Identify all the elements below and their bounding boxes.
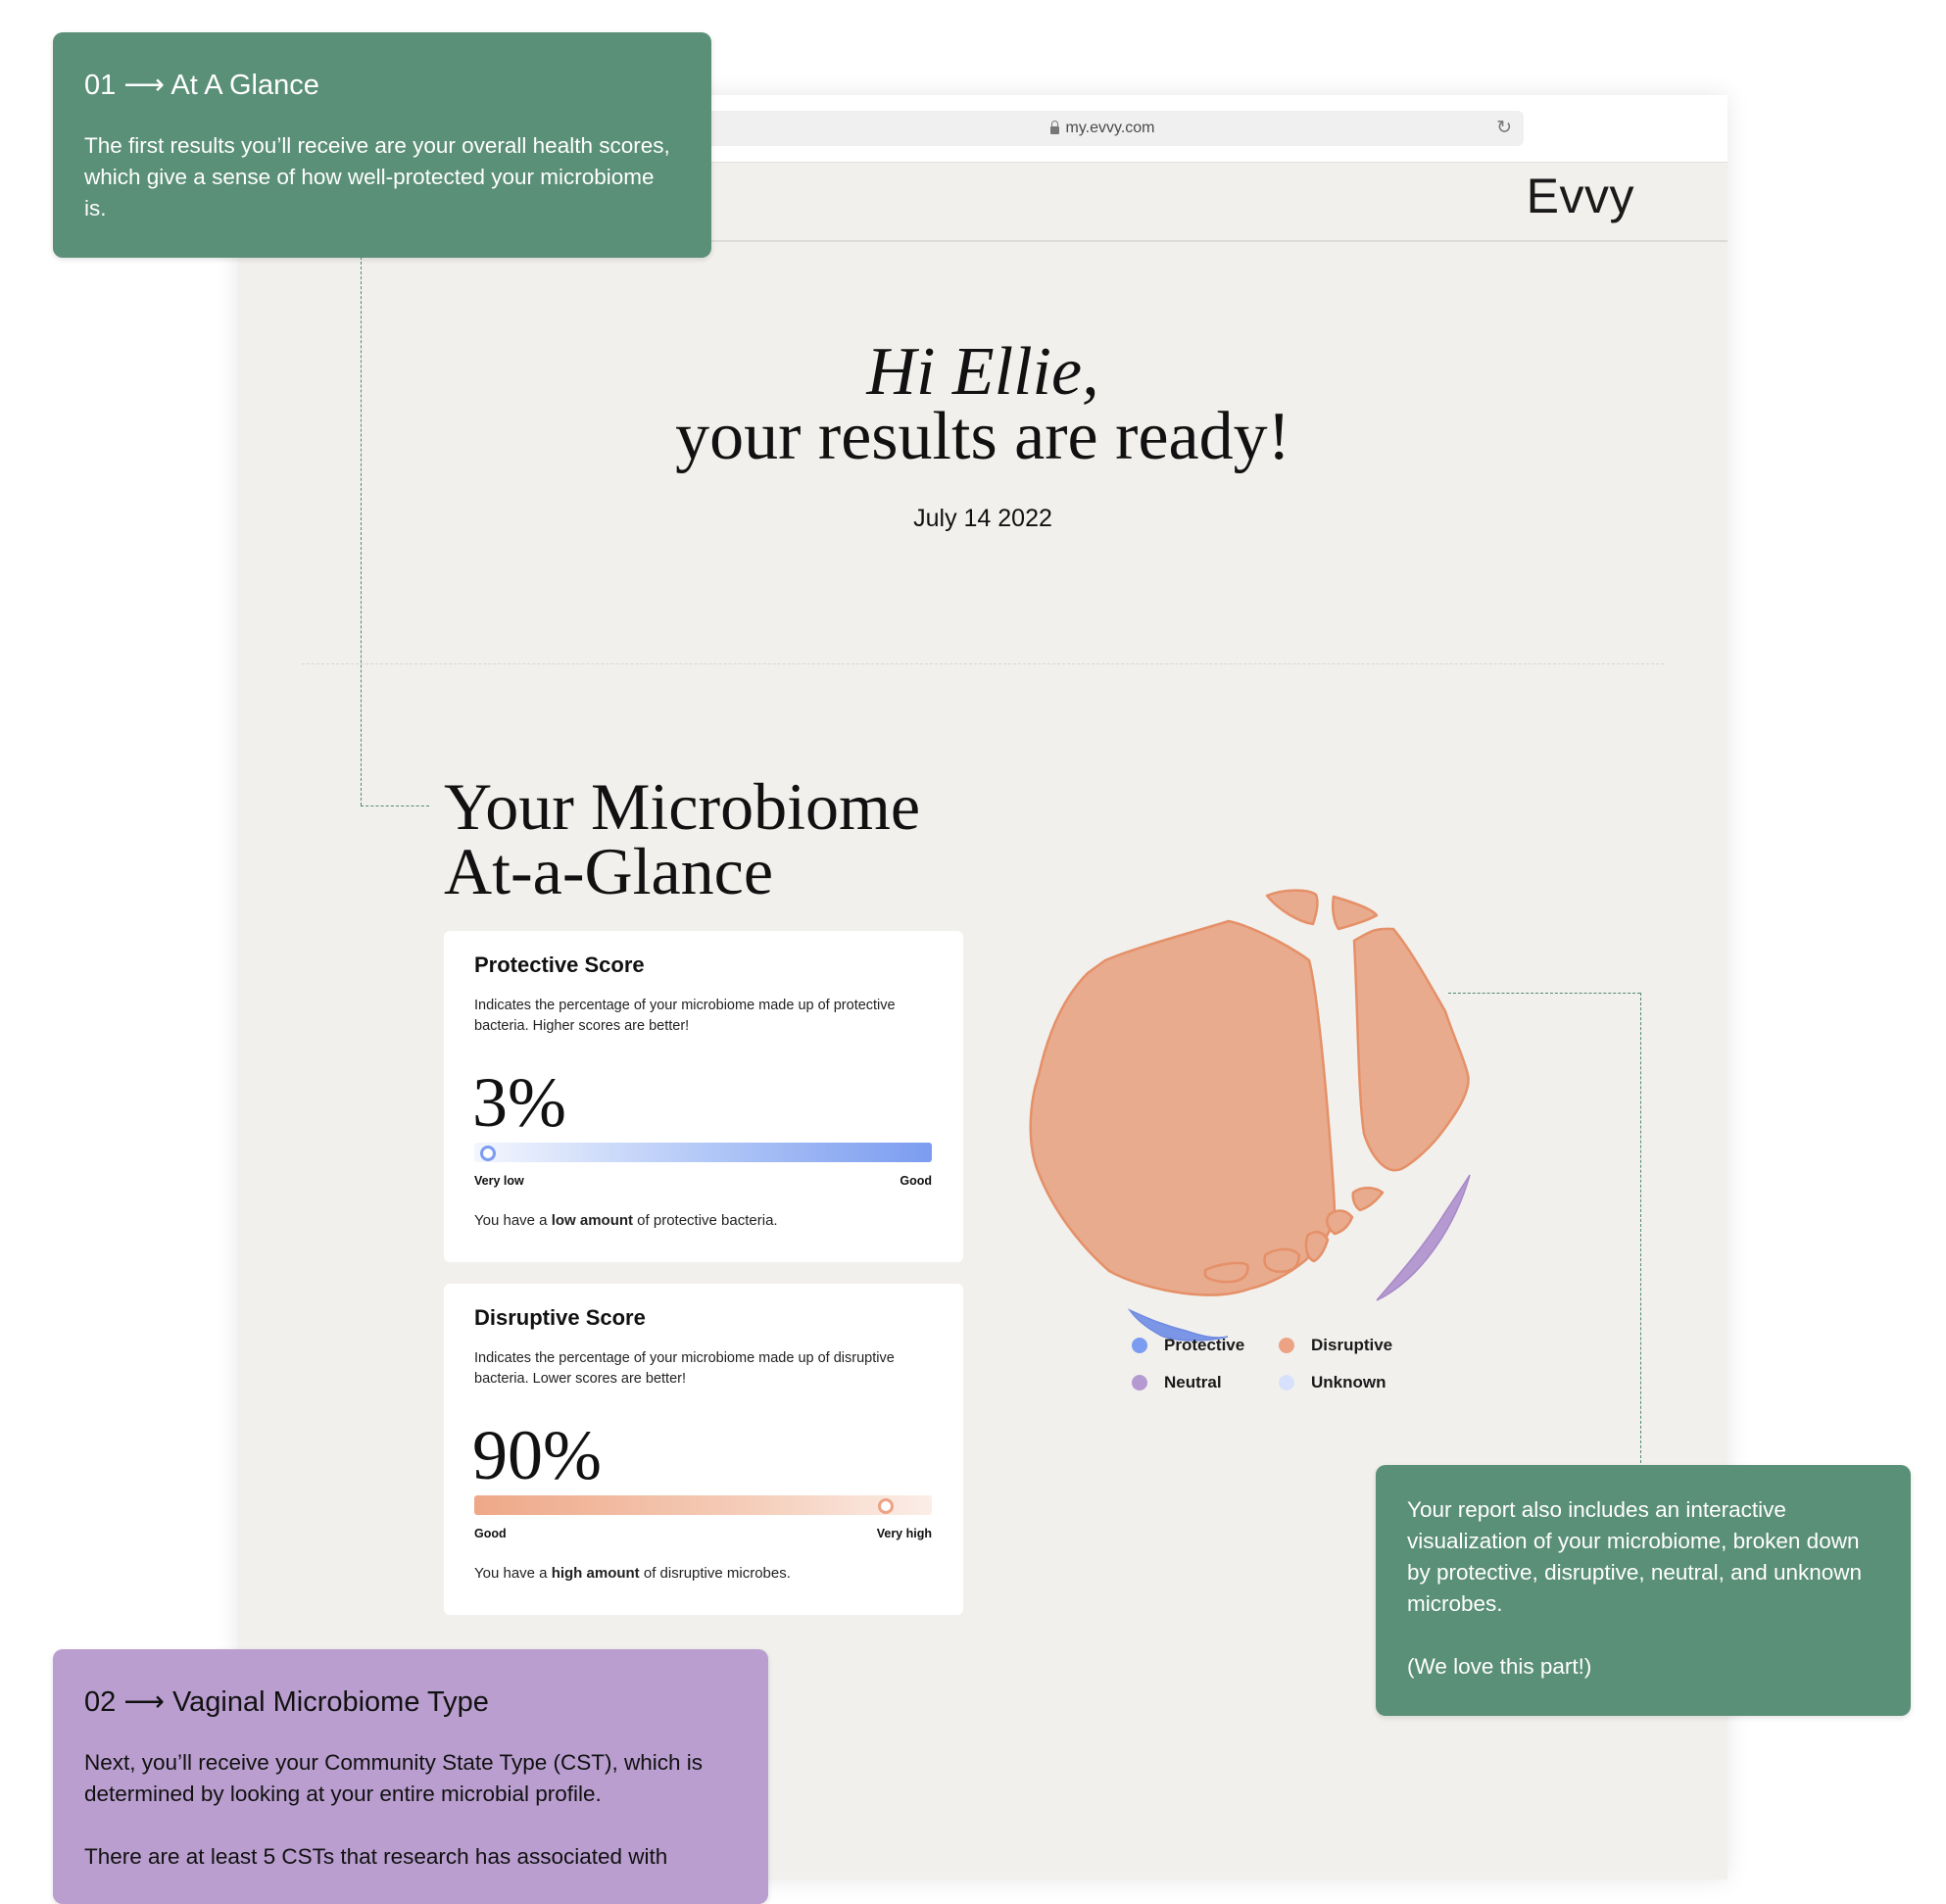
section-title: Your Microbiome At-a-Glance bbox=[444, 769, 921, 908]
greeting: Hi Ellie, bbox=[866, 334, 1099, 410]
disruptive-score-note: You have a high amount of disruptive mic… bbox=[474, 1565, 791, 1582]
legend-item[interactable]: Unknown bbox=[1279, 1373, 1426, 1392]
callout-body-continued: There are at least 5 CSTs that research … bbox=[84, 1844, 668, 1869]
callout-aside: (We love this part!) bbox=[1407, 1654, 1592, 1679]
reload-icon[interactable]: ↻ bbox=[1496, 117, 1512, 139]
legend-swatch bbox=[1279, 1338, 1294, 1353]
disruptive-microbe-top-a bbox=[1265, 889, 1319, 926]
callout-body: Next, you’ll receive your Community Stat… bbox=[84, 1750, 704, 1806]
legend-label: Neutral bbox=[1164, 1373, 1222, 1391]
microbiome-visualization[interactable] bbox=[1009, 781, 1568, 1408]
disruptive-microbe-right bbox=[1352, 927, 1470, 1172]
guide-line bbox=[1640, 993, 1641, 1463]
protective-score-bar bbox=[474, 1143, 932, 1162]
protective-score-marker bbox=[480, 1146, 496, 1161]
legend-swatch bbox=[1132, 1338, 1147, 1353]
disruptive-high-label: Very high bbox=[876, 1527, 932, 1540]
note-emphasis: high amount bbox=[551, 1565, 640, 1582]
disruptive-score-bar bbox=[474, 1495, 932, 1515]
disruptive-score-card: Disruptive Score Indicates the percentag… bbox=[444, 1284, 963, 1615]
callout-at-a-glance: 01 ⟶ At A Glance The first results you’l… bbox=[53, 32, 711, 258]
legend-swatch bbox=[1279, 1375, 1294, 1391]
address-bar[interactable]: my.evvy.com ↻ bbox=[681, 111, 1524, 146]
legend-swatch bbox=[1132, 1375, 1147, 1391]
legend-item[interactable]: Disruptive bbox=[1279, 1336, 1426, 1355]
guide-line bbox=[1448, 993, 1640, 994]
disruptive-microbe-small-2 bbox=[1326, 1209, 1354, 1236]
protective-score-note: You have a low amount of protective bact… bbox=[474, 1212, 778, 1229]
legend-label: Unknown bbox=[1311, 1373, 1387, 1391]
protective-score-description: Indicates the percentage of your microbi… bbox=[474, 998, 896, 1034]
callout-vaginal-microbiome-type: 02 ⟶ Vaginal Microbiome Type Next, you’l… bbox=[53, 1649, 768, 1904]
callout-body: Your report also includes an interactive… bbox=[1407, 1497, 1863, 1616]
disruptive-low-label: Good bbox=[474, 1527, 507, 1540]
brand-logo[interactable]: Evvy bbox=[1527, 168, 1634, 224]
callout-heading: 01 ⟶ At A Glance bbox=[84, 70, 319, 101]
callout-body: The first results you’ll receive are you… bbox=[84, 133, 670, 220]
section-title-line-2: At-a-Glance bbox=[444, 834, 774, 908]
disruptive-score-value: 90% bbox=[472, 1416, 602, 1494]
note-text: You have a bbox=[474, 1212, 552, 1229]
protective-low-label: Very low bbox=[474, 1174, 524, 1188]
note-emphasis: low amount bbox=[551, 1212, 634, 1229]
disruptive-microbe-small-3 bbox=[1304, 1231, 1330, 1263]
disruptive-microbe-large bbox=[1029, 919, 1337, 1296]
disruptive-microbe-small-1 bbox=[1351, 1186, 1385, 1212]
note-text: of disruptive microbes. bbox=[639, 1565, 791, 1582]
protective-high-label: Good bbox=[900, 1174, 932, 1188]
note-text: You have a bbox=[474, 1565, 552, 1582]
section-title-line-1: Your Microbiome bbox=[444, 769, 921, 844]
protective-score-value: 3% bbox=[472, 1063, 566, 1142]
protective-score-title: Protective Score bbox=[474, 952, 645, 977]
disruptive-microbe-top-b bbox=[1331, 895, 1379, 931]
results-date: July 14 2022 bbox=[913, 505, 1052, 532]
visualization-legend: Protective Disruptive Neutral Unknown bbox=[1132, 1336, 1426, 1392]
callout-heading: 02 ⟶ Vaginal Microbiome Type bbox=[84, 1686, 489, 1718]
neutral-microbe bbox=[1376, 1174, 1471, 1301]
disruptive-score-description: Indicates the percentage of your microbi… bbox=[474, 1350, 895, 1387]
guide-line bbox=[361, 257, 362, 806]
protective-score-card: Protective Score Indicates the percentag… bbox=[444, 931, 963, 1262]
legend-label: Disruptive bbox=[1311, 1336, 1393, 1354]
note-text: of protective bacteria. bbox=[633, 1212, 778, 1229]
headline: your results are ready! bbox=[675, 399, 1290, 474]
callout-visualization: Your report also includes an interactive… bbox=[1376, 1465, 1911, 1716]
legend-item[interactable]: Neutral bbox=[1132, 1373, 1279, 1392]
disruptive-score-title: Disruptive Score bbox=[474, 1305, 646, 1330]
legend-label: Protective bbox=[1164, 1336, 1245, 1354]
disruptive-score-marker bbox=[878, 1498, 895, 1514]
section-divider bbox=[302, 663, 1664, 664]
legend-item[interactable]: Protective bbox=[1132, 1336, 1279, 1355]
hero: Hi Ellie, your results are ready! July 1… bbox=[238, 334, 1727, 533]
lock-icon bbox=[1049, 121, 1059, 134]
disruptive-microbe-small-4 bbox=[1263, 1247, 1301, 1274]
url-text: my.evvy.com bbox=[1065, 120, 1155, 136]
